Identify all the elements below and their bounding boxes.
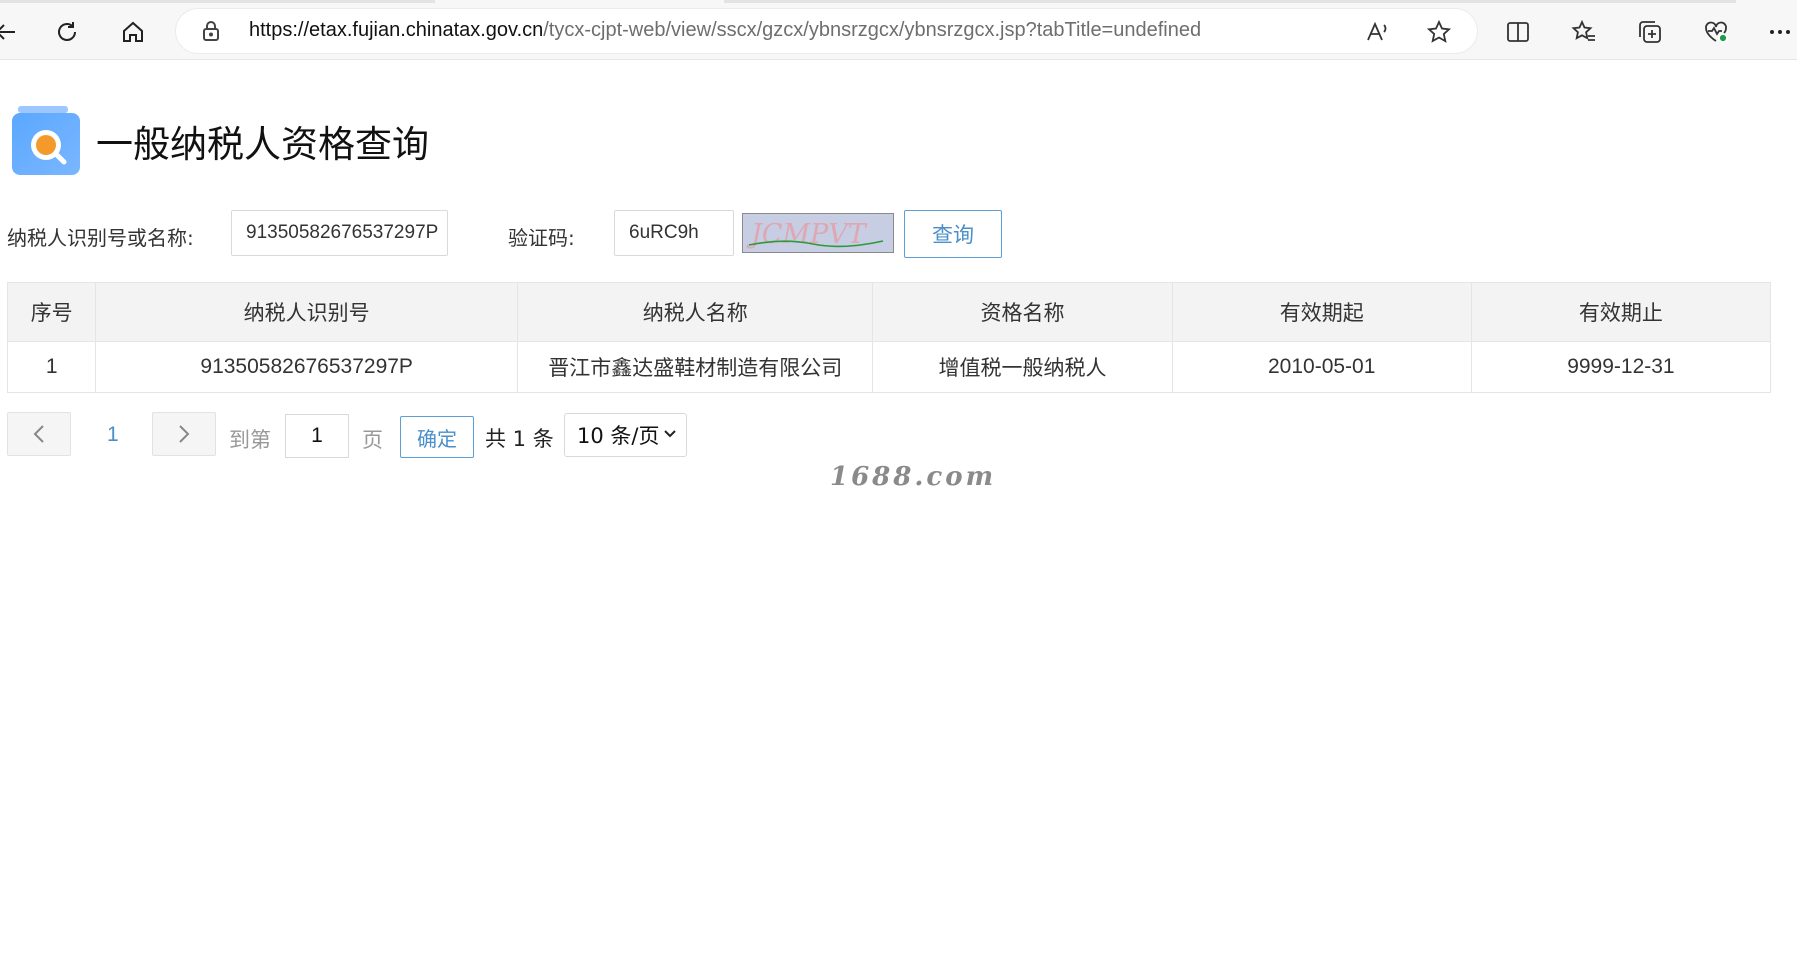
- column-header-valid-from: 有效期起: [1171, 282, 1472, 342]
- lock-icon[interactable]: [200, 19, 222, 47]
- favorites-icon[interactable]: [1564, 12, 1604, 52]
- cell-valid-from: 2010-05-01: [1171, 341, 1472, 393]
- captcha-input[interactable]: 6uRC9h: [614, 210, 734, 256]
- page-title: 一般纳税人资格查询: [96, 123, 429, 166]
- split-screen-icon[interactable]: [1498, 12, 1538, 52]
- cell-taxpayer-name: 晋江市鑫达盛鞋材制造有限公司: [517, 341, 874, 393]
- column-header-qualification: 资格名称: [872, 282, 1173, 342]
- chevron-left-icon: [33, 425, 44, 443]
- query-button[interactable]: 查询: [904, 210, 1002, 258]
- column-header-taxpayer-id: 纳税人识别号: [95, 282, 519, 342]
- back-icon[interactable]: [0, 12, 26, 52]
- tab-strip-edge: [724, 0, 1736, 3]
- column-header-taxpayer-name: 纳税人名称: [517, 282, 874, 342]
- prev-page-button[interactable]: [7, 412, 71, 456]
- chevron-right-icon: [179, 425, 190, 443]
- table-header-row: 序号 纳税人识别号 纳税人名称 资格名称 有效期起 有效期止: [6, 282, 1772, 342]
- page-number-current[interactable]: 1: [107, 423, 119, 447]
- watermark: 1688.com: [830, 462, 997, 492]
- collections-icon[interactable]: [1630, 12, 1670, 52]
- cell-qualification: 增值税一般纳税人: [872, 341, 1173, 393]
- browser-essentials-icon[interactable]: [1696, 12, 1736, 52]
- captcha-label: 验证码:: [508, 226, 575, 250]
- chevron-down-icon: [664, 430, 676, 438]
- goto-label: 到第: [229, 428, 271, 452]
- table-row: 1 91350582676537297P 晋江市鑫达盛鞋材制造有限公司 增值税一…: [6, 341, 1772, 393]
- result-table: 序号 纳税人识别号 纳税人名称 资格名称 有效期起 有效期止 1 9135058…: [6, 282, 1772, 393]
- page-size-value: 10 条/页: [577, 424, 660, 448]
- cell-valid-to: 9999-12-31: [1470, 341, 1772, 393]
- refresh-icon[interactable]: [47, 12, 87, 52]
- goto-page-input[interactable]: 1: [285, 414, 349, 458]
- total-count: 共 1 条: [485, 427, 554, 451]
- taxpayer-label: 纳税人识别号或名称:: [7, 226, 194, 250]
- cell-taxpayer-id: 91350582676537297P: [95, 341, 519, 393]
- address-bar[interactable]: https://etax.fujian.chinatax.gov.cn/tycx…: [175, 8, 1478, 54]
- next-page-button[interactable]: [152, 412, 216, 456]
- url-text[interactable]: https://etax.fujian.chinatax.gov.cn/tycx…: [249, 19, 1201, 42]
- favorite-star-icon[interactable]: [1419, 12, 1459, 52]
- read-aloud-icon[interactable]: [1358, 12, 1398, 52]
- column-header-index: 序号: [6, 282, 97, 342]
- search-app-icon: [12, 106, 80, 176]
- page-unit-label: 页: [362, 428, 383, 452]
- captcha-image[interactable]: JCMPVT: [742, 213, 894, 253]
- column-header-valid-to: 有效期止: [1470, 282, 1772, 342]
- cell-index: 1: [6, 341, 97, 393]
- home-icon[interactable]: [113, 12, 153, 52]
- more-icon[interactable]: [1760, 12, 1797, 52]
- page-size-select[interactable]: 10 条/页: [564, 413, 687, 457]
- browser-toolbar: https://etax.fujian.chinatax.gov.cn/tycx…: [0, 0, 1797, 60]
- taxpayer-input[interactable]: 91350582676537297P: [231, 210, 448, 256]
- tab-strip-edge: [0, 0, 435, 3]
- goto-confirm-button[interactable]: 确定: [400, 416, 474, 458]
